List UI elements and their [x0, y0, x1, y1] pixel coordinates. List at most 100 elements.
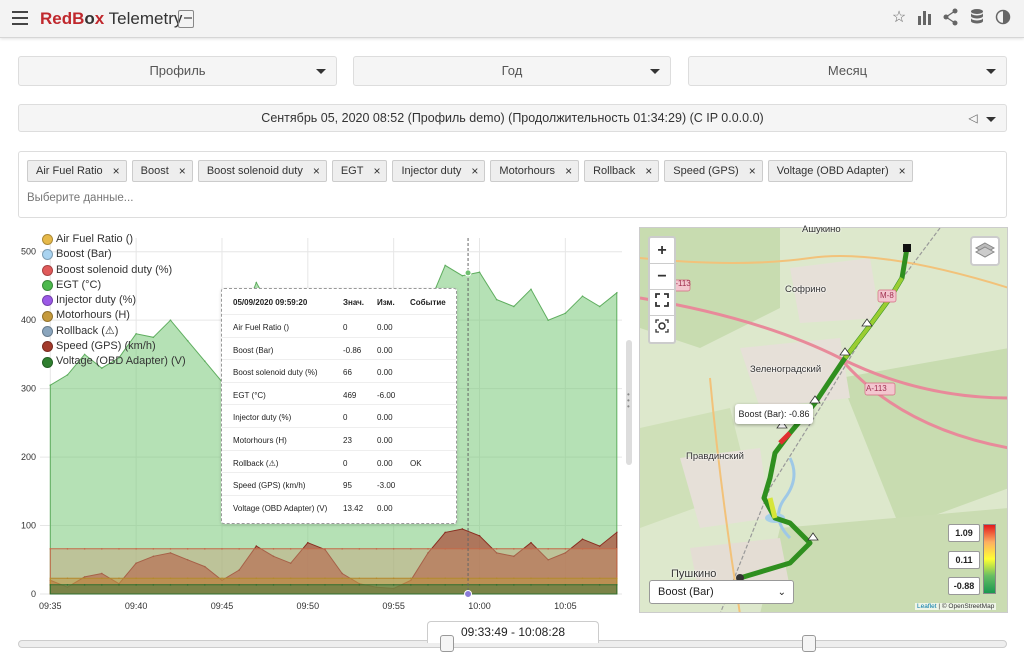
data-point [135, 548, 137, 550]
range-start-handle[interactable] [440, 635, 454, 652]
data-point [255, 281, 258, 284]
data-point [358, 584, 361, 586]
legend-label: Speed (GPS) (km/h) [56, 340, 156, 353]
session-label: Сентябрь 05, 2020 08:52 (Профиль demo) (… [261, 111, 764, 125]
tooltip-cell-value: -0.86 [343, 345, 362, 355]
data-point [83, 548, 86, 550]
remove-tag-icon[interactable]: × [373, 161, 380, 181]
tooltip-row: Rollback (⚠) 0 0.00 OK [222, 449, 456, 473]
tooltip-cell-name: Boost solenoid duty (%) [233, 368, 318, 378]
data-point [495, 584, 498, 586]
osm-attribution[interactable]: | © OpenStreetMap [937, 603, 994, 610]
menu-icon[interactable] [12, 11, 28, 25]
legend-label: Injector duty (%) [56, 294, 137, 307]
data-tag-label: EGT [340, 165, 364, 177]
remove-tag-icon[interactable]: × [899, 161, 906, 181]
remove-tag-icon[interactable]: × [565, 161, 572, 181]
data-point [581, 577, 584, 580]
data-point [49, 384, 52, 386]
legend-item[interactable]: Speed (GPS) (km/h) [42, 339, 186, 354]
data-point [238, 548, 240, 550]
tooltip-cell-value: 95 [343, 481, 352, 491]
remove-tag-icon[interactable]: × [113, 161, 120, 181]
tooltip-row: Motorhours (H) 23 0.00 [222, 427, 456, 450]
data-point [598, 305, 601, 308]
map-attribution: Leaflet | © OpenStreetMap [915, 603, 997, 610]
data-point [289, 577, 292, 580]
tag-search-placeholder[interactable]: Выберите данные... [27, 192, 133, 204]
remove-tag-icon[interactable]: × [471, 161, 478, 181]
color-scale: 1.09 0.11 -0.88 [948, 522, 1000, 597]
remove-tag-icon[interactable]: × [313, 161, 320, 181]
data-point [547, 577, 549, 580]
data-point [66, 548, 69, 550]
zoom-out-button[interactable]: − [650, 264, 674, 290]
tooltip-cell-value: 0 [343, 323, 348, 332]
fullscreen-icon[interactable] [650, 290, 674, 316]
data-point [152, 577, 155, 580]
data-point [255, 545, 258, 547]
legend-item[interactable]: Air Fuel Ratio () [42, 232, 186, 247]
data-tag: Rollback × [584, 160, 660, 182]
legend-swatch [42, 249, 53, 261]
legend-item[interactable]: Boost solenoid duty (%) [42, 263, 186, 278]
session-select[interactable]: Сентябрь 05, 2020 08:52 (Профиль demo) (… [18, 104, 1007, 132]
profile-select[interactable]: Профиль [18, 56, 337, 86]
star-icon[interactable]: ☆ [890, 8, 908, 28]
data-point [410, 577, 412, 580]
data-point [495, 548, 498, 550]
remove-tag-icon[interactable]: × [645, 161, 652, 181]
zoom-in-button[interactable]: + [650, 238, 674, 264]
tooltip-cell-name: Rollback (⚠) [233, 458, 279, 468]
data-tag-selector[interactable]: Air Fuel Ratio × Boost × Boost solenoid duty… [18, 151, 1007, 218]
contrast-icon[interactable] [994, 8, 1012, 28]
chevron-down-icon: ⌄ [777, 587, 786, 598]
send-icon[interactable]: ◁ [966, 111, 980, 125]
legend-item[interactable]: Voltage (OBD Adapter) (V) [42, 354, 186, 369]
logout-icon[interactable] [178, 10, 194, 28]
tooltip-cell-value: 23 [343, 436, 352, 445]
data-point [581, 548, 584, 550]
month-select[interactable]: Месяц [688, 56, 1007, 86]
data-point [204, 577, 206, 580]
data-point [152, 548, 155, 550]
data-tag: Voltage (OBD Adapter) × [767, 160, 913, 182]
data-point [49, 577, 52, 580]
data-point [358, 577, 361, 580]
locate-icon[interactable] [650, 316, 674, 342]
year-select[interactable]: Год [353, 56, 671, 86]
legend-item[interactable]: Boost (Bar) [42, 247, 186, 262]
data-point [238, 577, 240, 580]
data-point [255, 548, 258, 550]
remove-tag-icon[interactable]: × [749, 161, 756, 181]
remove-tag-icon[interactable]: × [179, 161, 186, 181]
legend-item[interactable]: EGT (°C) [42, 278, 186, 293]
data-point [118, 548, 120, 550]
legend-item[interactable]: Injector duty (%) [42, 293, 186, 308]
tooltip-row: Voltage (OBD Adapter) (V) 13.42 0.00 [222, 494, 456, 518]
scale-gradient [983, 524, 996, 594]
y-tick-label: 500 [21, 247, 36, 257]
data-point [324, 577, 326, 580]
leaflet-link[interactable]: Leaflet [917, 603, 937, 610]
data-point [375, 548, 378, 550]
data-point [581, 584, 584, 586]
data-point [375, 584, 378, 586]
layers-icon[interactable] [970, 236, 1000, 266]
map-road-shield-m8: M-8 [880, 291, 894, 300]
data-point [83, 584, 86, 586]
data-point [530, 577, 532, 580]
data-point [461, 548, 464, 550]
range-end-handle[interactable] [802, 635, 816, 652]
share-icon[interactable] [942, 8, 960, 28]
legend-item[interactable]: Motorhours (H) [42, 308, 186, 323]
data-point [547, 319, 549, 321]
legend-label: Air Fuel Ratio () [56, 233, 134, 245]
data-point [341, 548, 343, 550]
tooltip-cell-name: Boost (Bar) [233, 345, 274, 355]
map-metric-select[interactable]: Boost (Bar) ⌄ [649, 580, 794, 604]
bar-chart-icon[interactable] [916, 8, 934, 28]
resize-grip-icon[interactable]: • • • [627, 391, 631, 412]
database-icon[interactable] [968, 8, 986, 28]
legend-item[interactable]: Rollback (⚠) [42, 324, 186, 339]
